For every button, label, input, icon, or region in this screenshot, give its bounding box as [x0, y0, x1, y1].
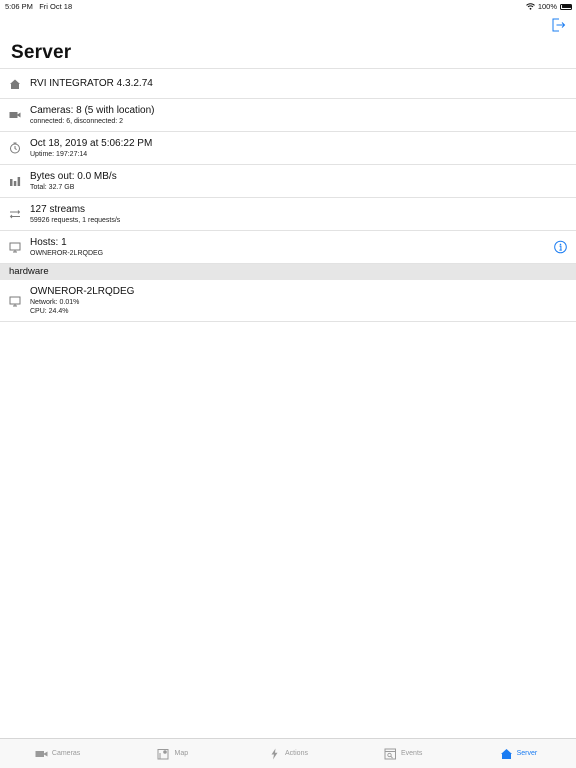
tab-server-label: Server — [516, 750, 538, 757]
tab-cameras[interactable]: Cameras — [0, 739, 115, 768]
tab-map[interactable]: Map — [115, 739, 230, 768]
status-date: Fri Oct 18 — [39, 2, 73, 11]
tab-server[interactable]: Server — [461, 739, 576, 768]
hardware-network: Network: 0.01% — [30, 298, 80, 306]
clock-icon — [10, 142, 20, 154]
hardware-cpu: CPU: 24.4% — [30, 307, 69, 315]
camera-icon — [35, 750, 48, 757]
video-camera-icon — [9, 112, 21, 118]
cameras-count: Cameras: 8 (5 with location) — [30, 104, 155, 116]
map-icon — [157, 748, 169, 759]
server-uptime: Uptime: 197:27:14 — [30, 150, 88, 158]
cameras-row: Cameras: 8 (5 with location) connected: … — [0, 99, 576, 132]
tab-bar: Cameras Map Actions Events Server — [0, 738, 576, 768]
events-icon — [384, 748, 396, 759]
battery-fill — [561, 5, 571, 8]
version-row: RVI INTEGRATOR 4.3.2.74 — [0, 69, 576, 99]
status-right: 100% — [525, 2, 572, 11]
cameras-status: connected: 6, disconnected: 2 — [30, 117, 124, 125]
status-clock: 5:06 PM — [5, 2, 33, 11]
home-icon — [10, 79, 20, 89]
status-bar: 5:06 PM Fri Oct 18 100% — [0, 0, 576, 12]
streams-row: 127 streams 59926 requests, 1 requests/s — [0, 198, 576, 231]
battery-percent: 100% — [537, 2, 557, 11]
battery-icon — [560, 3, 572, 10]
hosts-row[interactable]: Hosts: 1 OWNEROR-2LRQDEG — [0, 231, 576, 264]
hardware-host: OWNEROR-2LRQDEG — [30, 285, 135, 297]
tab-cameras-label: Cameras — [51, 750, 81, 757]
hardware-section-header: hardware — [0, 264, 576, 280]
status-time: 5:06 PM Fri Oct 18 — [5, 2, 72, 11]
streams-count: 127 streams — [30, 203, 86, 215]
tab-actions-label: Actions — [285, 750, 308, 757]
bar-chart-icon — [10, 177, 21, 186]
tab-events[interactable]: Events — [346, 739, 461, 768]
datetime-row: Oct 18, 2019 at 5:06:22 PM Uptime: 197:2… — [0, 132, 576, 165]
hosts-count: Hosts: 1 — [30, 236, 67, 248]
home-icon — [500, 748, 512, 759]
hosts-name: OWNEROR-2LRQDEG — [30, 249, 104, 257]
logout-icon[interactable] — [550, 17, 566, 33]
lightning-icon — [271, 748, 278, 759]
monitor-icon — [9, 296, 21, 306]
streams-requests: 59926 requests, 1 requests/s — [30, 216, 121, 224]
transfer-arrows-icon — [9, 210, 21, 219]
tab-map-label: Map — [174, 750, 189, 757]
server-info-list: RVI INTEGRATOR 4.3.2.74 Cameras: 8 (5 wi… — [0, 68, 576, 322]
info-icon[interactable] — [554, 240, 567, 254]
page-title: Server — [11, 42, 72, 63]
monitor-icon — [9, 242, 21, 253]
server-datetime: Oct 18, 2019 at 5:06:22 PM — [30, 137, 153, 149]
tab-actions[interactable]: Actions — [230, 739, 345, 768]
bytes-row: Bytes out: 0.0 MB/s Total: 32.7 GB — [0, 165, 576, 198]
bytes-out: Bytes out: 0.0 MB/s — [30, 170, 117, 182]
server-version: RVI INTEGRATOR 4.3.2.74 — [30, 77, 153, 89]
tab-events-label: Events — [401, 750, 423, 757]
bytes-total: Total: 32.7 GB — [30, 183, 75, 191]
wifi-icon — [525, 3, 535, 10]
hardware-row: OWNEROR-2LRQDEG Network: 0.01% CPU: 24.4… — [0, 280, 576, 322]
